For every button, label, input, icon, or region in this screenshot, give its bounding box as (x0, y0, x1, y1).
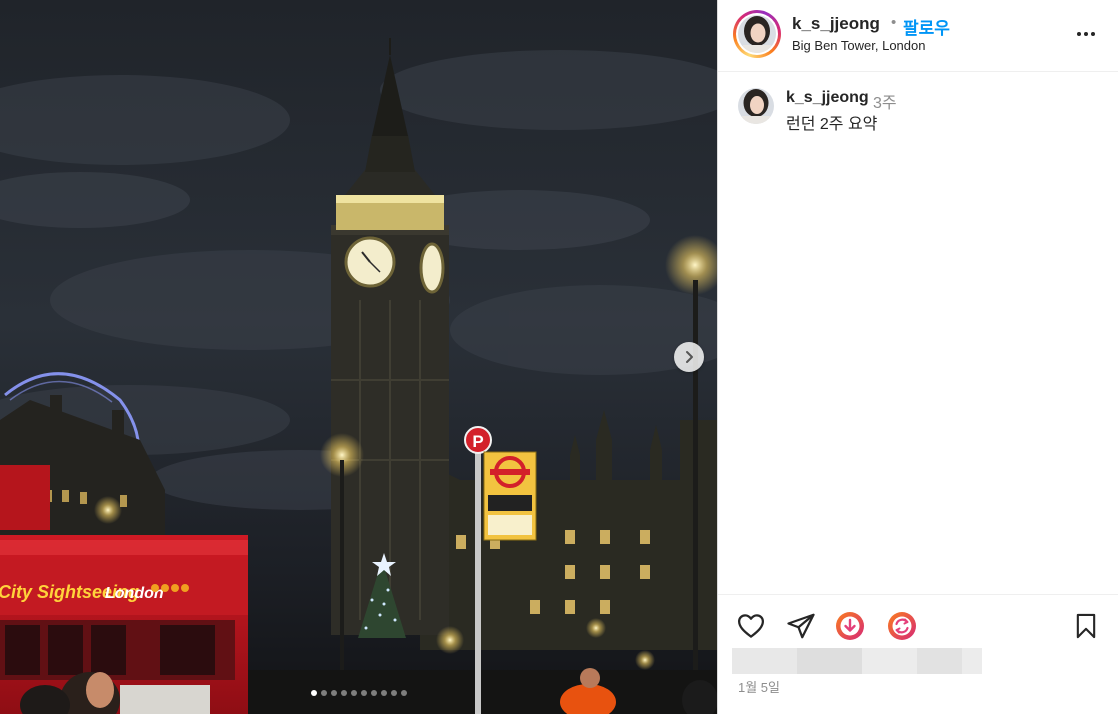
post-location[interactable]: Big Ben Tower, London (792, 38, 925, 53)
more-options-button[interactable] (1074, 22, 1098, 46)
save-button[interactable] (1072, 611, 1100, 641)
carousel-dot (350, 690, 357, 696)
carousel-dot (370, 690, 377, 696)
header-separator: • (891, 14, 897, 31)
download-icon (836, 612, 864, 640)
story-avatar[interactable] (733, 10, 781, 58)
carousel-dot (380, 690, 387, 696)
heart-icon (738, 614, 764, 638)
carousel-dot (390, 690, 397, 696)
instagram-post: P City Sightseeing London k_s_jjeong • 팔… (0, 0, 1118, 714)
likes-count-blurred[interactable] (732, 648, 982, 674)
carousel-dot (320, 690, 327, 696)
next-photo-button[interactable] (674, 342, 704, 372)
repost-button[interactable] (886, 610, 918, 642)
follow-button[interactable]: 팔로우 (903, 14, 950, 39)
repost-icon (888, 612, 916, 640)
like-button[interactable] (736, 611, 766, 641)
carousel-dot (310, 690, 317, 696)
post-details-panel: k_s_jjeong • 팔로우 Big Ben Tower, London k… (717, 0, 1118, 714)
carousel-dot (330, 690, 337, 696)
paper-plane-icon (787, 613, 815, 639)
post-header: k_s_jjeong • 팔로우 Big Ben Tower, London (718, 0, 1118, 72)
big-ben-night-photo: P City Sightseeing London (0, 0, 717, 714)
caption-username[interactable]: k_s_jjeong (786, 89, 869, 107)
post-caption: k_s_jjeong 3주 런던 2주 요약 (738, 88, 1108, 136)
caption-text: 런던 2주 요약 (786, 116, 878, 133)
carousel-dot (360, 690, 367, 696)
avatar (738, 15, 776, 53)
bookmark-icon (1076, 613, 1096, 639)
more-options-icon (1077, 32, 1095, 36)
carousel-dot (400, 690, 407, 696)
post-photo[interactable]: P City Sightseeing London (0, 0, 717, 714)
post-date[interactable]: 1월 5일 (738, 677, 780, 696)
carousel-indicator (0, 690, 717, 698)
chevron-right-icon (686, 351, 693, 363)
carousel-dot (340, 690, 347, 696)
share-button[interactable] (786, 611, 816, 641)
download-button[interactable] (834, 610, 866, 642)
parking-letter: P (472, 432, 483, 451)
header-username[interactable]: k_s_jjeong (792, 14, 880, 34)
caption-avatar[interactable] (738, 88, 774, 124)
